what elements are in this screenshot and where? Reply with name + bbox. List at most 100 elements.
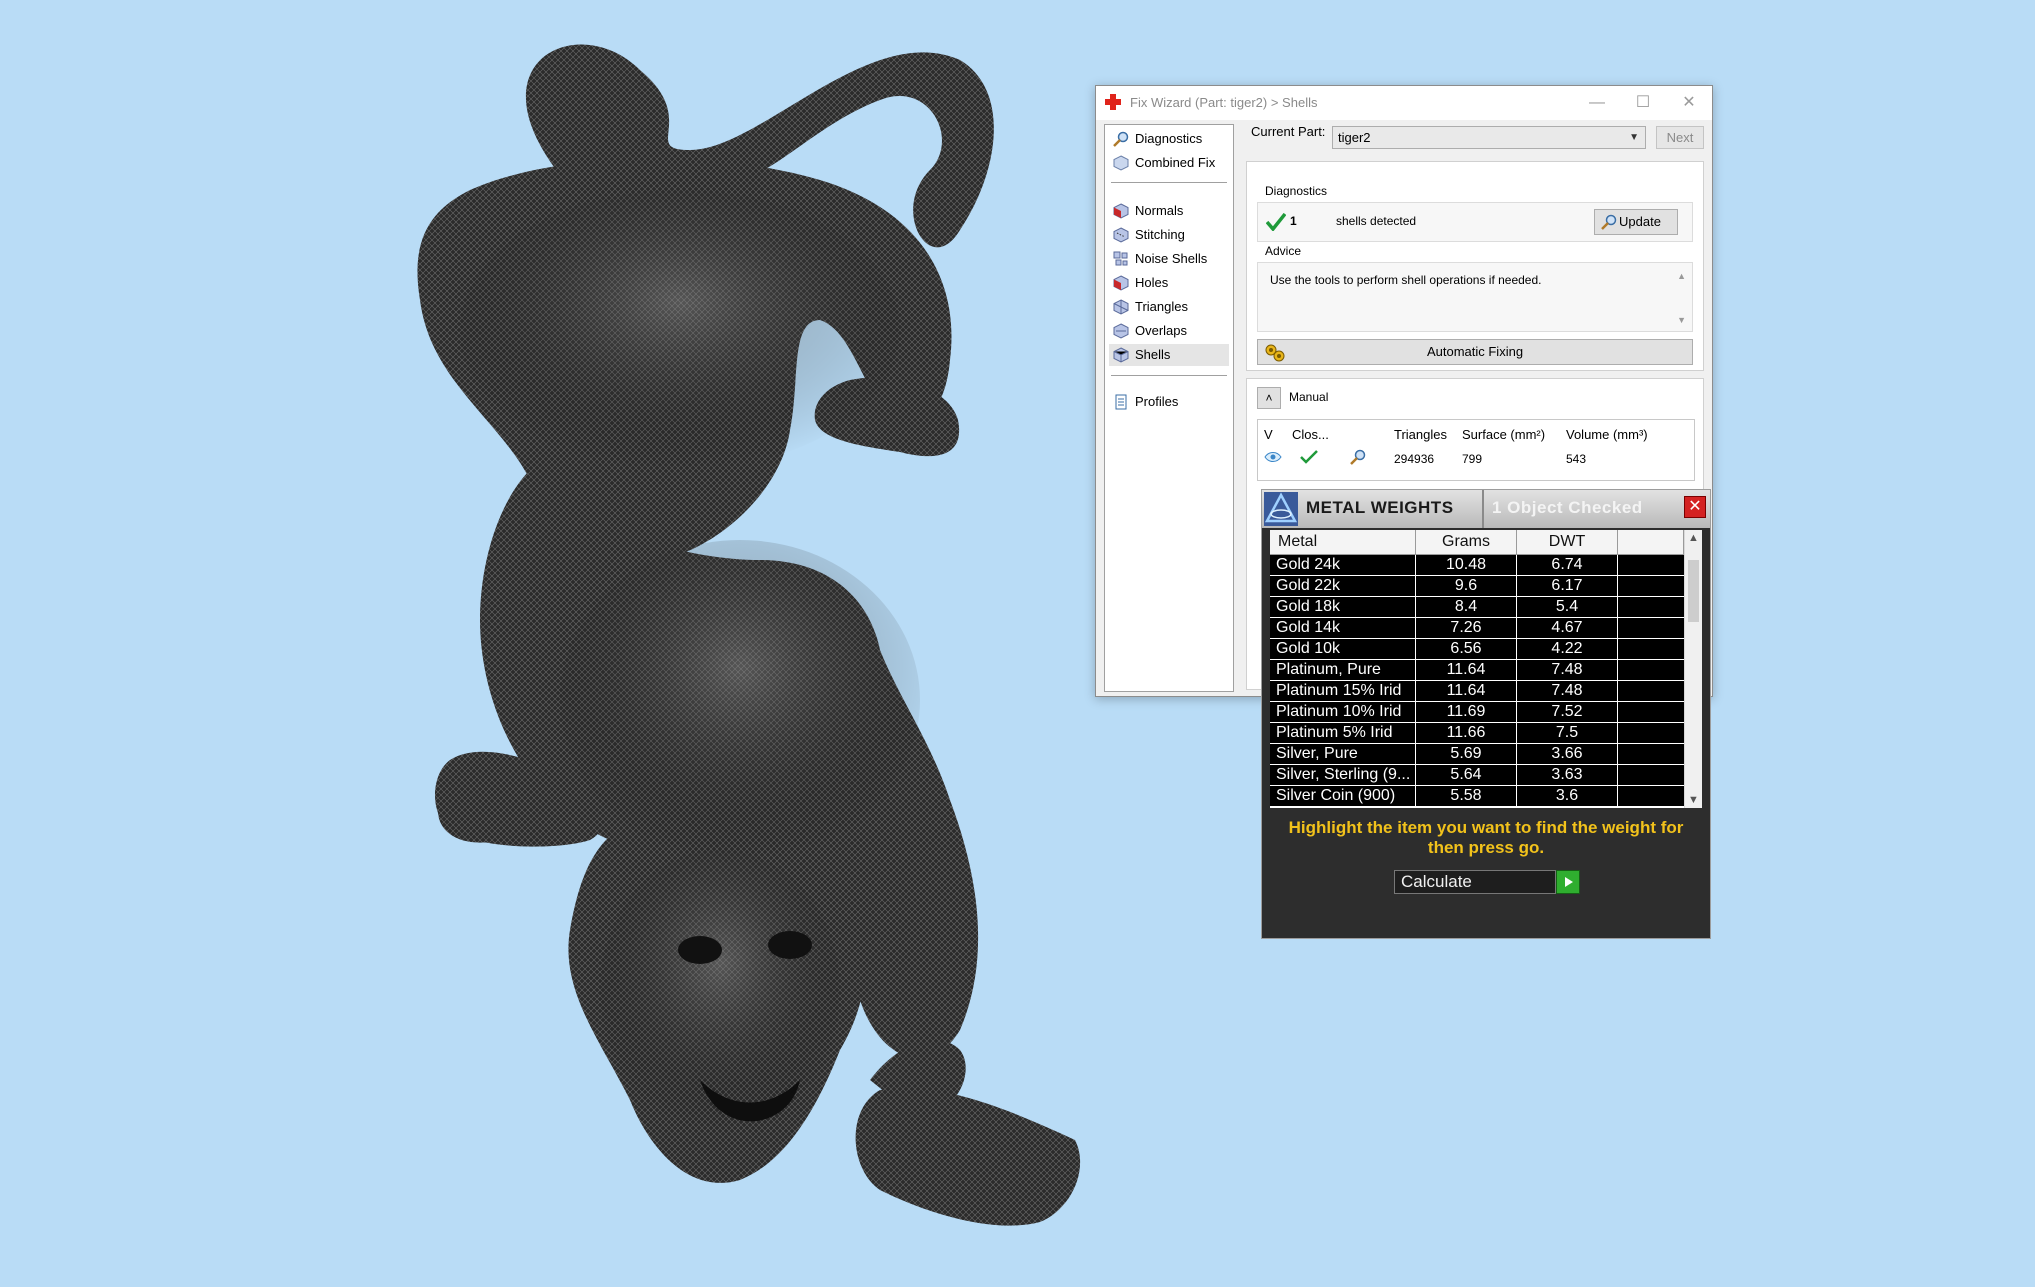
diagnostics-title: Diagnostics: [1265, 184, 1328, 198]
metal-row[interactable]: Gold 14k 7.26 4.67: [1270, 618, 1684, 639]
sidebar-item-noise-shells[interactable]: Noise Shells: [1109, 248, 1229, 270]
sidebar-item-overlaps[interactable]: Overlaps: [1109, 320, 1229, 342]
automatic-fixing-button[interactable]: Automatic Fixing: [1257, 339, 1693, 365]
sidebar-item-label: Stitching: [1135, 227, 1185, 242]
column-header[interactable]: V: [1264, 424, 1273, 446]
metal-weights-title-bar[interactable]: METAL WEIGHTS 1 Object Checked ✕: [1262, 490, 1710, 528]
metal-row[interactable]: Gold 24k 10.48 6.74: [1270, 555, 1684, 576]
cell-dwt: 7.52: [1517, 702, 1617, 722]
column-header[interactable]: Volume (mm³): [1566, 424, 1648, 446]
current-part-value: tiger2: [1338, 130, 1371, 145]
close-button[interactable]: ✕: [1666, 86, 1712, 120]
advice-text: Use the tools to perform shell operation…: [1270, 273, 1542, 287]
cell-empty: [1618, 723, 1684, 743]
metal-row[interactable]: Gold 22k 9.6 6.17: [1270, 576, 1684, 597]
shells-count: 1: [1290, 214, 1297, 228]
column-header-metal[interactable]: Metal: [1270, 530, 1416, 554]
sidebar-item-holes[interactable]: Holes: [1109, 272, 1229, 294]
metal-row[interactable]: Silver Coin (900) 5.58 3.6: [1270, 786, 1684, 807]
cell-metal: Gold 22k: [1270, 576, 1415, 596]
diagnostics-group: 1 shells detected Update: [1257, 202, 1693, 242]
metal-row[interactable]: Platinum, Pure 11.64 7.48: [1270, 660, 1684, 681]
cell-metal: Gold 24k: [1270, 555, 1415, 575]
metal-row[interactable]: Platinum 5% Irid 11.66 7.5: [1270, 723, 1684, 744]
calculate-select[interactable]: Calculate: [1394, 870, 1556, 894]
minimize-button[interactable]: —: [1574, 86, 1620, 120]
next-button[interactable]: Next: [1656, 126, 1704, 149]
title-divider: [1482, 490, 1484, 528]
scroll-down-icon[interactable]: ▼: [1685, 794, 1702, 806]
green-check-icon: [1300, 450, 1318, 464]
metal-row[interactable]: Gold 10k 6.56 4.22: [1270, 639, 1684, 660]
cell-grams: 10.48: [1416, 555, 1516, 575]
scroll-up-icon[interactable]: ▲: [1677, 271, 1686, 281]
scroll-down-icon[interactable]: ▼: [1677, 315, 1686, 325]
metal-row[interactable]: Silver, Pure 5.69 3.66: [1270, 744, 1684, 765]
metal-row[interactable]: Gold 18k 8.4 5.4: [1270, 597, 1684, 618]
go-button[interactable]: [1556, 870, 1580, 894]
column-header[interactable]: Clos...: [1292, 424, 1329, 446]
collapse-manual-button[interactable]: ˄: [1257, 387, 1281, 409]
cell-empty: [1618, 597, 1684, 617]
cell-metal: Silver, Sterling (9...: [1270, 765, 1415, 785]
column-header[interactable]: Surface (mm²): [1462, 424, 1545, 446]
red-cross-icon: [1105, 94, 1121, 110]
sidebar-item-normals[interactable]: Normals: [1109, 200, 1229, 222]
cell-grams: 5.64: [1416, 765, 1516, 785]
cell-grams: 11.64: [1416, 681, 1516, 701]
close-button[interactable]: ✕: [1684, 496, 1706, 518]
metal-row[interactable]: Platinum 10% Irid 11.69 7.52: [1270, 702, 1684, 723]
noise-shells-icon: [1113, 251, 1128, 266]
maximize-button[interactable]: ☐: [1620, 86, 1666, 120]
fix-wizard-sidebar: Diagnostics Combined Fix Normals Stitchi…: [1104, 124, 1234, 692]
cell-dwt: 6.17: [1517, 576, 1617, 596]
cell-grams: 11.69: [1416, 702, 1516, 722]
scroll-up-icon[interactable]: ▲: [1685, 532, 1702, 544]
table-row[interactable]: 294936 799 543: [1258, 446, 1694, 470]
instructions-line-1: Highlight the item you want to find the …: [1288, 818, 1684, 837]
shells-cube-icon: [1113, 347, 1129, 363]
column-header[interactable]: Triangles: [1394, 424, 1447, 446]
sidebar-item-triangles[interactable]: Triangles: [1109, 296, 1229, 318]
cell-grams: 7.26: [1416, 618, 1516, 638]
sidebar-divider: [1111, 375, 1227, 376]
sidebar-item-stitching[interactable]: Stitching: [1109, 224, 1229, 246]
sidebar-item-diagnostics[interactable]: Diagnostics: [1109, 128, 1229, 150]
scroll-thumb[interactable]: [1688, 560, 1699, 622]
update-label: Update: [1619, 214, 1661, 229]
metal-row[interactable]: Platinum 15% Irid 11.64 7.48: [1270, 681, 1684, 702]
sidebar-divider: [1111, 182, 1227, 183]
sidebar-item-combined-fix[interactable]: Combined Fix: [1109, 152, 1229, 174]
cell-metal: Platinum 10% Irid: [1270, 702, 1415, 722]
cell-metal: Gold 10k: [1270, 639, 1415, 659]
sidebar-item-shells[interactable]: Shells: [1109, 344, 1229, 366]
update-button[interactable]: Update: [1594, 209, 1678, 235]
cell-empty: [1618, 576, 1684, 596]
cell-grams: 11.64: [1416, 660, 1516, 680]
sidebar-item-label: Noise Shells: [1135, 251, 1208, 266]
fix-wizard-title-bar[interactable]: Fix Wizard (Part: tiger2) > Shells — ☐ ✕: [1096, 86, 1712, 120]
metal-weights-window: METAL WEIGHTS 1 Object Checked ✕ Metal G…: [1261, 489, 1711, 939]
column-header-dwt[interactable]: DWT: [1517, 530, 1618, 554]
metal-row[interactable]: Silver, Sterling (9... 5.64 3.63: [1270, 765, 1684, 786]
cell-empty: [1618, 702, 1684, 722]
cell-grams: 11.66: [1416, 723, 1516, 743]
grid-scrollbar[interactable]: ▲ ▼: [1684, 530, 1702, 808]
grid-rows: Gold 24k 10.48 6.74 Gold 22k 9.6 6.17 Gold 18k…: [1270, 555, 1684, 808]
cell-dwt: 7.48: [1517, 681, 1617, 701]
surface-value: 799: [1462, 452, 1483, 466]
eye-icon[interactable]: [1264, 451, 1282, 463]
cell-empty: [1618, 786, 1684, 806]
cube-icon: [1113, 155, 1129, 171]
cell-empty: [1618, 681, 1684, 701]
metal-weights-grid: Metal Grams DWT Gold 24k 10.48 6.74 Gold 22…: [1270, 530, 1702, 808]
triangles-value: 294936: [1394, 452, 1435, 466]
sidebar-item-profiles[interactable]: Profiles: [1109, 391, 1229, 413]
cell-dwt: 3.6: [1517, 786, 1617, 806]
cell-dwt: 5.4: [1517, 597, 1617, 617]
column-header-grams[interactable]: Grams: [1416, 530, 1517, 554]
current-part-select[interactable]: tiger2 ▼: [1332, 126, 1646, 149]
metal-weights-logo-icon: [1264, 492, 1298, 526]
magnifier-icon[interactable]: [1350, 449, 1366, 465]
cell-grams: 8.4: [1416, 597, 1516, 617]
